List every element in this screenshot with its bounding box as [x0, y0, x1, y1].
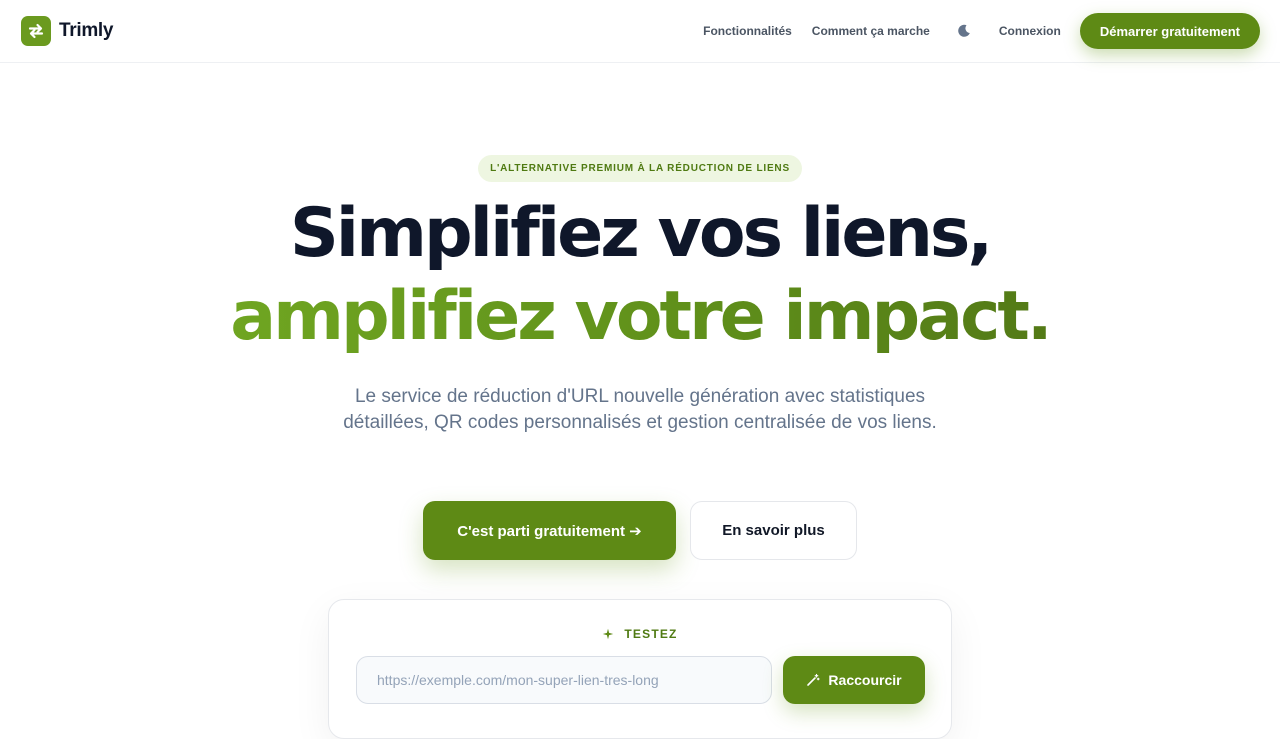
url-input[interactable]	[356, 656, 772, 704]
sparkles-icon	[603, 628, 614, 640]
nav-link-how-it-works[interactable]: Comment ça marche	[812, 24, 930, 38]
try-label-text: TESTEZ	[624, 627, 678, 641]
nav-link-features[interactable]: Fonctionnalités	[703, 24, 792, 38]
swap-arrows-icon	[21, 16, 51, 46]
try-shortener-card: TESTEZ Raccourcir	[328, 599, 952, 739]
try-label: TESTEZ	[329, 627, 951, 641]
start-free-nav-button[interactable]: Démarrer gratuitement	[1079, 13, 1260, 49]
hero-subtitle: Le service de réduction d'URL nouvelle g…	[343, 386, 937, 433]
theme-toggle-button[interactable]	[954, 21, 974, 41]
login-link[interactable]: Connexion	[999, 24, 1061, 38]
top-navbar: Trimly Fonctionnalités Comment ça marche…	[0, 0, 1280, 63]
start-free-button[interactable]: C'est parti gratuitement ➔	[423, 501, 676, 560]
shorten-button[interactable]: Raccourcir	[783, 656, 925, 704]
learn-more-button[interactable]: En savoir plus	[690, 501, 857, 560]
nav-actions: Fonctionnalités Comment ça marche Connex…	[703, 13, 1260, 49]
shorten-button-label: Raccourcir	[828, 672, 902, 688]
magic-wand-icon	[807, 673, 821, 686]
moon-icon	[958, 24, 970, 37]
brand-logo-link[interactable]: Trimly	[21, 16, 113, 46]
hero-badge: L'ALTERNATIVE PREMIUM À LA RÉDUCTION DE …	[478, 155, 802, 182]
brand-name: Trimly	[59, 20, 114, 41]
headline-line-1: Simplifiez vos liens,	[289, 194, 993, 273]
headline-line-2: amplifiez votre impact.	[0, 277, 1280, 356]
